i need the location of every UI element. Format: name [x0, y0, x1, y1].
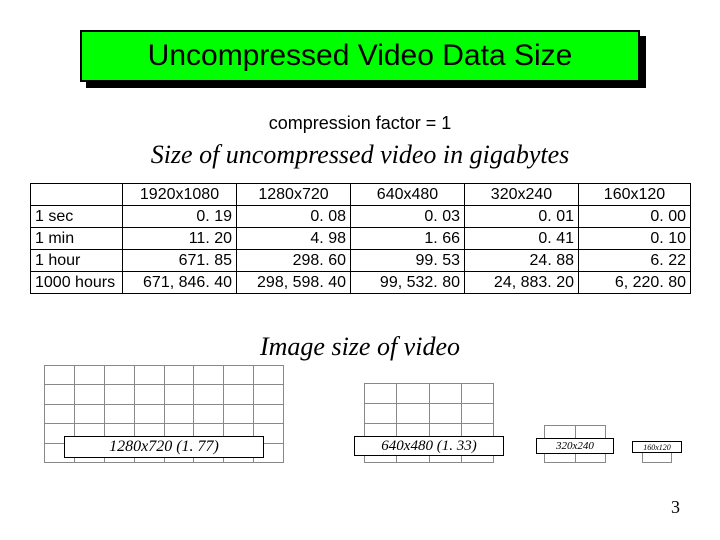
cell-value: 11. 20	[123, 228, 237, 250]
page-title: Uncompressed Video Data Size	[148, 39, 573, 73]
table-row: 1 sec0. 190. 080. 030. 010. 00	[31, 206, 691, 228]
data-table-container: 1920x1080 1280x720 640x480 320x240 160x1…	[30, 183, 690, 294]
row-label: 1 hour	[31, 250, 123, 272]
table-row: 1 hour671. 85298. 6099. 5324. 886. 22	[31, 250, 691, 272]
cell-value: 671. 85	[123, 250, 237, 272]
cell-value: 0. 00	[579, 206, 691, 228]
cell-value: 298. 60	[237, 250, 351, 272]
cell-value: 99. 53	[351, 250, 465, 272]
cell-value: 0. 19	[123, 206, 237, 228]
col-header: 320x240	[465, 184, 579, 206]
compression-factor-text: compression factor = 1	[0, 113, 720, 134]
cell-value: 99, 532. 80	[351, 272, 465, 294]
cell-value: 0. 10	[579, 228, 691, 250]
row-label: 1 min	[31, 228, 123, 250]
cell-value: 0. 41	[465, 228, 579, 250]
col-header	[31, 184, 123, 206]
cell-value: 298, 598. 40	[237, 272, 351, 294]
cell-value: 24. 88	[465, 250, 579, 272]
grid-label-320x240: 320x240	[536, 438, 614, 454]
cell-value: 4. 98	[237, 228, 351, 250]
grid-label-640x480: 640x480 (1. 33)	[354, 436, 504, 456]
row-label: 1000 hours	[31, 272, 123, 294]
table-subtitle: Size of uncompressed video in gigabytes	[0, 140, 720, 170]
title-box: Uncompressed Video Data Size	[80, 30, 640, 82]
grid-label-160x120: 160x120	[632, 441, 682, 453]
cell-value: 0. 08	[237, 206, 351, 228]
image-size-diagram: 1280x720 (1. 77) 640x480 (1. 33) 320x240…	[44, 368, 684, 478]
cell-value: 6. 22	[579, 250, 691, 272]
col-header: 640x480	[351, 184, 465, 206]
page-number: 3	[671, 497, 680, 518]
table-row: 1000 hours671, 846. 40298, 598. 4099, 53…	[31, 272, 691, 294]
cell-value: 0. 03	[351, 206, 465, 228]
cell-value: 0. 01	[465, 206, 579, 228]
table-header-row: 1920x1080 1280x720 640x480 320x240 160x1…	[31, 184, 691, 206]
cell-value: 6, 220. 80	[579, 272, 691, 294]
row-label: 1 sec	[31, 206, 123, 228]
col-header: 1920x1080	[123, 184, 237, 206]
image-size-title: Image size of video	[0, 332, 720, 362]
data-table: 1920x1080 1280x720 640x480 320x240 160x1…	[30, 183, 691, 294]
col-header: 160x120	[579, 184, 691, 206]
cell-value: 24, 883. 20	[465, 272, 579, 294]
col-header: 1280x720	[237, 184, 351, 206]
grid-label-1280x720: 1280x720 (1. 77)	[64, 436, 264, 458]
title-banner: Uncompressed Video Data Size	[80, 30, 640, 82]
table-row: 1 min11. 204. 981. 660. 410. 10	[31, 228, 691, 250]
cell-value: 1. 66	[351, 228, 465, 250]
cell-value: 671, 846. 40	[123, 272, 237, 294]
